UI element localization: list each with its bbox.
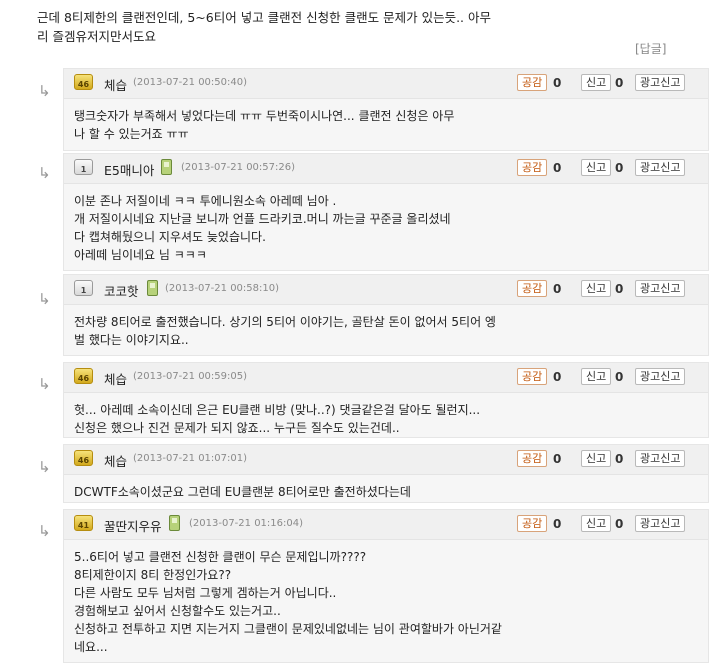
comment-date: (2013-07-21 00:57:26) bbox=[181, 162, 296, 173]
comment-line: 이분 존나 저질이네 ㅋㅋ 투에니원소속 아레떼 님아 . bbox=[74, 194, 337, 208]
post-line: 리 즐겜유저지만서도요 bbox=[37, 29, 156, 44]
comment-date: (2013-07-21 01:07:01) bbox=[133, 453, 248, 464]
agree-button[interactable]: 공감 bbox=[517, 368, 548, 385]
agree-count: 0 bbox=[553, 517, 562, 531]
comment-line: 신청은 했으나 진건 문제가 되지 않죠... 누구든 질수도 있는건데.. bbox=[74, 421, 400, 435]
post-line: 근데 8티제한의 클랜전인데, 5~6티어 넣고 클랜전 신청한 클랜도 문제가… bbox=[37, 10, 491, 25]
comment-author[interactable]: 꿀딴지우유 bbox=[104, 516, 162, 535]
comment-line: 아레떼 님이네요 님 ㅋㅋㅋ bbox=[74, 248, 207, 262]
reply-arrow-icon: ↳ bbox=[38, 164, 51, 182]
comment-line: 탱크숫자가 부족해서 넣었다는데 ㅠㅠ 두번죽이시나연... 클랜전 신청은 아… bbox=[74, 109, 455, 123]
reply-arrow-icon: ↳ bbox=[38, 82, 51, 100]
agree-count: 0 bbox=[553, 76, 562, 90]
comment-text: DCWTF소속이셨군요 그런데 EU클랜분 8티어로만 출전하셨다는데 bbox=[74, 483, 694, 501]
level-badge-icon: 46 bbox=[74, 368, 93, 384]
level-badge-icon: 46 bbox=[74, 450, 93, 466]
report-count: 0 bbox=[615, 452, 624, 466]
ad-report-button[interactable]: 광고신고 bbox=[635, 450, 686, 467]
agree-count: 0 bbox=[553, 452, 562, 466]
comment: 1 코코핫 (2013-07-21 00:58:10) 공감 0 신고 0 광고… bbox=[63, 274, 709, 356]
comment-author[interactable]: 체습 bbox=[104, 451, 127, 470]
mobile-icon bbox=[161, 159, 172, 175]
comment-date: (2013-07-21 01:16:04) bbox=[189, 518, 304, 529]
report-button[interactable]: 신고 bbox=[581, 280, 612, 297]
comment-line: 5..6티어 넣고 클랜전 신청한 클랜이 무슨 문제입니까???? bbox=[74, 550, 367, 564]
comment-line: 8티제한이지 8티 한정인가요?? bbox=[74, 568, 232, 582]
ad-report-button[interactable]: 광고신고 bbox=[635, 280, 686, 297]
comment-text: 탱크숫자가 부족해서 넣었다는데 ㅠㅠ 두번죽이시나연... 클랜전 신청은 아… bbox=[74, 107, 694, 143]
report-count: 0 bbox=[615, 370, 624, 384]
ad-report-button[interactable]: 광고신고 bbox=[635, 368, 686, 385]
report-count: 0 bbox=[615, 517, 624, 531]
comment-line: 네요... bbox=[74, 640, 108, 654]
ad-report-button[interactable]: 광고신고 bbox=[635, 515, 686, 532]
comment-text: 이분 존나 저질이네 ㅋㅋ 투에니원소속 아레떼 님아 . 개 저질이시네요 지… bbox=[74, 192, 694, 264]
level-badge-icon: 46 bbox=[74, 74, 93, 90]
comment-date: (2013-07-21 00:50:40) bbox=[133, 77, 248, 88]
ad-report-button[interactable]: 광고신고 bbox=[635, 74, 686, 91]
agree-count: 0 bbox=[553, 370, 562, 384]
comment-author[interactable]: 체습 bbox=[104, 369, 127, 388]
report-count: 0 bbox=[615, 76, 624, 90]
comment: 46 체습 (2013-07-21 00:50:40) 공감 0 신고 0 광고… bbox=[63, 68, 709, 151]
report-button[interactable]: 신고 bbox=[581, 368, 612, 385]
agree-button[interactable]: 공감 bbox=[517, 515, 548, 532]
comment-line: 다 캡쳐해뒀으니 지우셔도 늦었습니다. bbox=[74, 230, 266, 244]
comment-author[interactable]: 체습 bbox=[104, 75, 127, 94]
comment-line: 경험해보고 싶어서 신청할수도 있는거고.. bbox=[74, 604, 281, 618]
agree-count: 0 bbox=[553, 161, 562, 175]
reply-arrow-icon: ↳ bbox=[38, 522, 51, 540]
comment: 1 E5매니아 (2013-07-21 00:57:26) 공감 0 신고 0 … bbox=[63, 153, 709, 271]
comment-line: 헛... 아레떼 소속이신데 은근 EU클랜 비방 (맞나..?) 댓글같은걸 … bbox=[74, 403, 481, 417]
level-badge-icon: 1 bbox=[74, 159, 93, 175]
reply-arrow-icon: ↳ bbox=[38, 375, 51, 393]
comment-text: 헛... 아레떼 소속이신데 은근 EU클랜 비방 (맞나..?) 댓글같은걸 … bbox=[74, 401, 694, 437]
report-button[interactable]: 신고 bbox=[581, 74, 612, 91]
reply-arrow-icon: ↳ bbox=[38, 458, 51, 476]
comment: 46 체습 (2013-07-21 00:59:05) 공감 0 신고 0 광고… bbox=[63, 362, 709, 438]
comment-date: (2013-07-21 00:59:05) bbox=[133, 371, 248, 382]
comment: 46 체습 (2013-07-21 01:07:01) 공감 0 신고 0 광고… bbox=[63, 444, 709, 503]
agree-button[interactable]: 공감 bbox=[517, 74, 548, 91]
reply-arrow-icon: ↳ bbox=[38, 290, 51, 308]
comment-text: 전차량 8티어로 출전했습니다. 상기의 5티어 이야기는, 골탄살 돈이 없어… bbox=[74, 313, 694, 349]
report-button[interactable]: 신고 bbox=[581, 159, 612, 176]
comment-header bbox=[64, 275, 708, 305]
reply-link[interactable]: [답글] bbox=[635, 40, 666, 57]
agree-count: 0 bbox=[553, 282, 562, 296]
comment-date: (2013-07-21 00:58:10) bbox=[165, 283, 280, 294]
report-count: 0 bbox=[615, 282, 624, 296]
comment-text: 5..6티어 넣고 클랜전 신청한 클랜이 무슨 문제입니까???? 8티제한이… bbox=[74, 548, 694, 656]
comment-line: 전차량 8티어로 출전했습니다. 상기의 5티어 이야기는, 골탄살 돈이 없어… bbox=[74, 315, 496, 329]
agree-button[interactable]: 공감 bbox=[517, 159, 548, 176]
report-button[interactable]: 신고 bbox=[581, 515, 612, 532]
level-badge-icon: 1 bbox=[74, 280, 93, 296]
comment-line: 신청하고 전투하고 지면 지는거지 그클랜이 문제있네없네는 님이 관여할바가 … bbox=[74, 622, 502, 636]
comment-line: 벌 했다는 이야기지요.. bbox=[74, 333, 189, 347]
ad-report-button[interactable]: 광고신고 bbox=[635, 159, 686, 176]
report-button[interactable]: 신고 bbox=[581, 450, 612, 467]
agree-button[interactable]: 공감 bbox=[517, 450, 548, 467]
level-badge-icon: 41 bbox=[74, 515, 93, 531]
mobile-icon bbox=[147, 280, 158, 296]
comment-line: 나 할 수 있는거죠 ㅠㅠ bbox=[74, 127, 189, 141]
comment-author[interactable]: E5매니아 bbox=[104, 160, 154, 179]
report-count: 0 bbox=[615, 161, 624, 175]
comment-line: 개 저질이시네요 지난글 보니까 언플 드라키코.머니 까는글 꾸준글 올리셨네 bbox=[74, 212, 451, 226]
comment: 41 꿀딴지우유 (2013-07-21 01:16:04) 공감 0 신고 0… bbox=[63, 509, 709, 663]
comment-author[interactable]: 코코핫 bbox=[104, 281, 139, 300]
mobile-icon bbox=[169, 515, 180, 531]
comment-line: DCWTF소속이셨군요 그런데 EU클랜분 8티어로만 출전하셨다는데 bbox=[74, 485, 411, 499]
comment-line: 다른 사람도 모두 님처럼 그렇게 겜하는거 아닙니다.. bbox=[74, 586, 337, 600]
post-body: 근데 8티제한의 클랜전인데, 5~6티어 넣고 클랜전 신청한 클랜도 문제가… bbox=[37, 8, 677, 46]
agree-button[interactable]: 공감 bbox=[517, 280, 548, 297]
